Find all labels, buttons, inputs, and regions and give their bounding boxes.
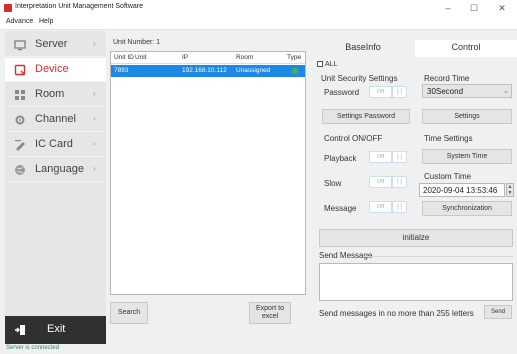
channel-icon xyxy=(15,115,25,125)
system-time-button[interactable]: System Time xyxy=(422,149,512,164)
sidebar-item-language[interactable]: Language › xyxy=(5,158,106,182)
time-spinner[interactable]: ▲ ▼ xyxy=(506,183,514,197)
sidebar-item-label: Server xyxy=(35,38,68,50)
unit-table: Unit ID Unit IP Room Type 7893 192.168.1… xyxy=(110,51,306,295)
column-header-room[interactable]: Room xyxy=(236,54,253,61)
sidebar-item-label: IC Card xyxy=(35,138,73,150)
menu-bar: Advance Help xyxy=(0,16,517,30)
menu-help[interactable]: Help xyxy=(39,18,53,25)
toggle-knob-icon: | | xyxy=(393,87,406,97)
control-onoff-label: Control ON/OFF xyxy=(324,134,383,143)
message-label: Message xyxy=(324,204,357,213)
chevron-down-icon: ⌄ xyxy=(503,88,509,95)
online-status-icon xyxy=(292,68,298,74)
playback-label: Playback xyxy=(324,154,357,163)
chevron-right-icon: › xyxy=(93,164,96,173)
custom-time-value: 2020-09-04 13:53:46 xyxy=(423,186,498,195)
custom-time-input[interactable]: 2020-09-04 13:53:46 xyxy=(419,183,505,197)
sidebar-item-label: Room xyxy=(35,88,65,100)
chevron-right-icon: › xyxy=(93,89,96,98)
status-bar: Server is connected xyxy=(0,344,517,354)
settings-password-button[interactable]: Settings Password xyxy=(322,109,410,124)
table-row[interactable]: 7893 192.168.10.112 Unassigned xyxy=(111,65,305,77)
export-excel-button[interactable]: Export to excel xyxy=(249,302,291,324)
window-title: Interpretation Unit Management Software xyxy=(15,3,144,10)
title-bar: Interpretation Unit Management Software … xyxy=(0,0,517,16)
spin-down-icon[interactable]: ▼ xyxy=(507,190,513,196)
status-text: Server is connected xyxy=(6,345,60,351)
toggle-knob-icon: | | xyxy=(393,152,406,162)
chevron-right-icon: › xyxy=(93,139,96,148)
message-toggle[interactable]: Off | | xyxy=(369,201,407,213)
globe-icon xyxy=(15,165,25,175)
sidebar-item-room[interactable]: Room › xyxy=(5,83,106,107)
sidebar-item-server[interactable]: Server › xyxy=(5,33,106,57)
send-button[interactable]: Send xyxy=(484,305,512,319)
search-button[interactable]: Search xyxy=(110,302,148,324)
toggle-off-text: Off xyxy=(370,87,391,97)
record-time-value: 30Second xyxy=(427,87,464,96)
toggle-off-text: Off xyxy=(370,177,391,187)
server-icon xyxy=(14,40,26,51)
custom-time-label: Custom Time xyxy=(424,172,472,181)
send-message-hint: Send messages in no more than 255 letter… xyxy=(319,309,474,318)
exit-button[interactable]: Exit xyxy=(5,316,106,344)
column-header-unit[interactable]: Unit xyxy=(135,54,147,61)
device-icon xyxy=(14,64,26,76)
all-checkbox[interactable]: ALL xyxy=(317,61,337,68)
ic-card-icon xyxy=(15,140,25,151)
sidebar: Server › Device Room › Channel › IC Card… xyxy=(5,31,106,344)
settings-button[interactable]: Settings xyxy=(422,109,512,124)
cell-room: Unassigned xyxy=(236,67,271,74)
room-icon xyxy=(15,90,25,100)
record-time-select[interactable]: 30Second ⌄ xyxy=(422,84,512,98)
sidebar-item-device[interactable]: Device xyxy=(5,58,106,82)
slow-toggle[interactable]: Off | | xyxy=(369,176,407,188)
sidebar-item-label: Channel xyxy=(35,113,76,125)
sidebar-item-label: Language xyxy=(35,163,84,175)
app-icon xyxy=(4,4,12,12)
column-header-ip[interactable]: IP xyxy=(182,54,188,61)
record-time-label: Record Time xyxy=(424,74,470,83)
cell-ip: 192.168.10.112 xyxy=(182,67,227,74)
unit-security-settings-label: Unit Security Settings xyxy=(321,74,398,83)
tab-control[interactable]: Control xyxy=(415,42,517,56)
exit-label: Exit xyxy=(47,323,66,335)
checkbox-box[interactable] xyxy=(317,61,323,67)
exit-icon xyxy=(15,325,25,335)
sidebar-item-label: Device xyxy=(35,63,69,75)
sidebar-item-ic-card[interactable]: IC Card › xyxy=(5,133,106,157)
toggle-knob-icon: | | xyxy=(393,202,406,212)
chevron-right-icon: › xyxy=(93,114,96,123)
time-settings-label: Time Settings xyxy=(424,134,473,143)
unit-number-label: Unit Number: 1 xyxy=(113,39,161,46)
column-header-unit-id[interactable]: Unit ID xyxy=(114,54,134,61)
slow-label: Slow xyxy=(324,179,342,188)
all-checkbox-label: ALL xyxy=(325,61,338,68)
toggle-off-text: Off xyxy=(370,152,391,162)
maximize-button[interactable]: ☐ xyxy=(464,2,484,14)
group-divider xyxy=(363,256,513,257)
tab-baseinfo[interactable]: BaseInfo xyxy=(313,42,413,56)
chevron-right-icon: › xyxy=(93,39,96,48)
synchronization-button[interactable]: Synchronization xyxy=(422,201,512,216)
table-header-row: Unit ID Unit IP Room Type xyxy=(111,52,305,64)
playback-toggle[interactable]: Off | | xyxy=(369,151,407,163)
send-message-textarea[interactable] xyxy=(319,263,513,301)
column-header-type[interactable]: Type xyxy=(287,54,301,61)
toggle-off-text: Off xyxy=(370,202,391,212)
cell-unit-id: 7893 xyxy=(114,67,129,74)
close-button[interactable]: ✕ xyxy=(492,2,512,14)
menu-advance[interactable]: Advance xyxy=(6,18,33,25)
minimize-button[interactable]: – xyxy=(438,2,458,14)
password-label: Password xyxy=(324,88,360,97)
password-toggle[interactable]: Off | | xyxy=(369,86,407,98)
initialize-button[interactable]: initialze xyxy=(319,229,513,247)
sidebar-item-channel[interactable]: Channel › xyxy=(5,108,106,132)
toggle-knob-icon: | | xyxy=(393,177,406,187)
